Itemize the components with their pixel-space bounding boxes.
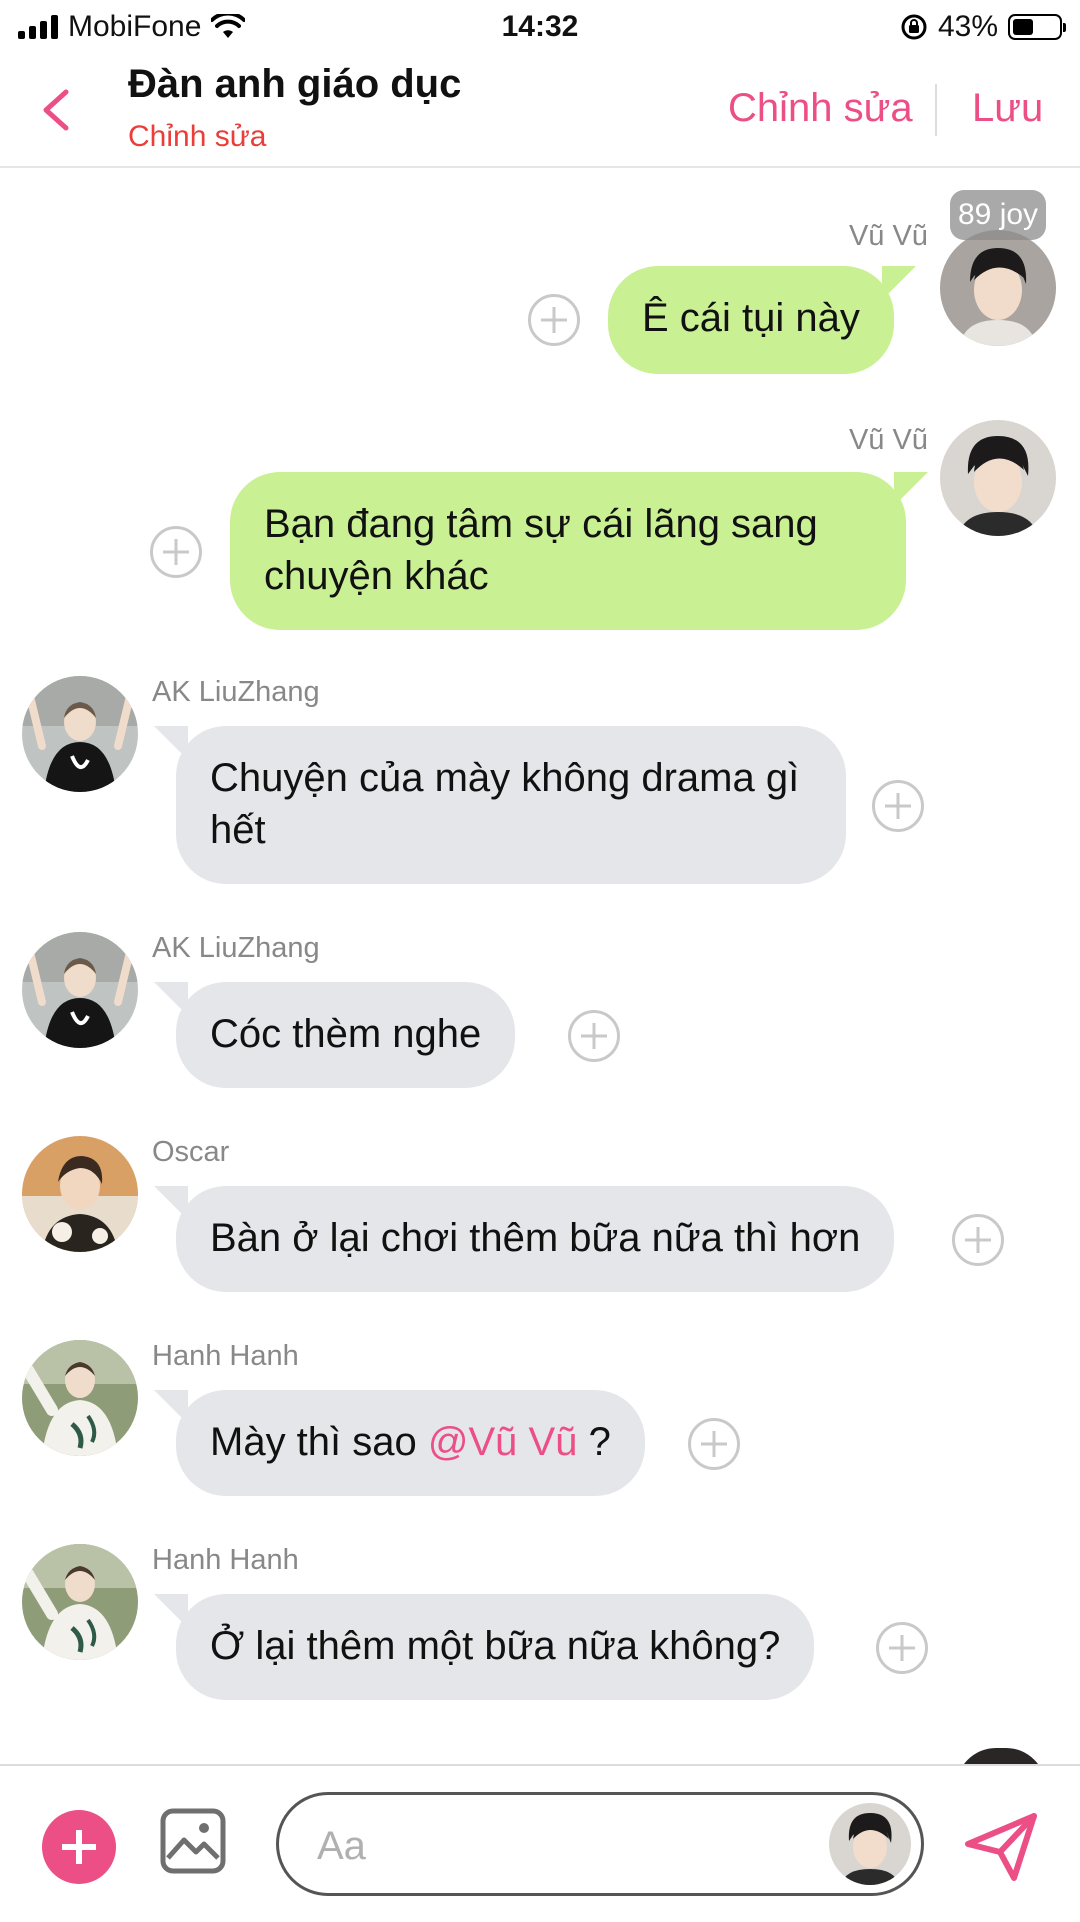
message-bubble[interactable]: Ở lại thêm một bữa nữa không? (153, 1594, 815, 1700)
battery-icon (1008, 14, 1066, 40)
message-bubble[interactable]: Bạn đang tâm sự cái lãng sang chuyện khá… (230, 472, 928, 630)
add-reaction-icon[interactable] (952, 1214, 1004, 1266)
avatar[interactable] (956, 1748, 1046, 1764)
avatar[interactable] (22, 676, 138, 792)
message-text: Mày thì sao (210, 1420, 428, 1464)
sender-name: Oscar (152, 1136, 230, 1168)
avatar[interactable] (940, 420, 1056, 536)
sender-name: AK LiuZhang (152, 676, 320, 708)
joy-badge: 89 joy (950, 190, 1047, 240)
message-bubble[interactable]: Cóc thèm nghe (153, 982, 516, 1088)
add-reaction-icon[interactable] (876, 1622, 928, 1674)
chat-header: Đàn anh giáo dục Chỉnh sửa Chỉnh sửa Lưu (0, 56, 1080, 168)
message-bubble[interactable]: Chuyện của mày không drama gì hết (154, 726, 846, 884)
avatar[interactable] (22, 932, 138, 1048)
add-icon[interactable] (42, 1810, 116, 1884)
image-icon[interactable] (160, 1808, 226, 1874)
add-reaction-icon[interactable] (568, 1010, 620, 1062)
avatar[interactable] (22, 1136, 138, 1252)
add-reaction-icon[interactable] (872, 780, 924, 832)
message-input[interactable] (315, 1817, 799, 1875)
add-reaction-icon[interactable] (150, 526, 202, 578)
battery-percent: 43% (937, 10, 998, 43)
sender-name: Vũ Vũ (849, 220, 928, 252)
sender-name: AK LiuZhang (152, 932, 320, 964)
edit-button[interactable]: Chỉnh sửa (728, 86, 913, 131)
message-bubble[interactable]: Mày thì sao @Vũ Vũ ? (154, 1390, 645, 1496)
message-text: ? (577, 1420, 611, 1464)
chat-subtitle: Chỉnh sửa (128, 120, 267, 153)
header-divider (935, 84, 937, 136)
save-button[interactable]: Lưu (972, 86, 1043, 131)
back-chevron-icon[interactable] (36, 86, 76, 134)
sender-name: Hanh Hanh (152, 1544, 299, 1576)
avatar[interactable] (940, 230, 1056, 346)
mention-link[interactable]: @Vũ Vũ (428, 1420, 578, 1464)
composer-bar (0, 1764, 1080, 1922)
orientation-lock-icon (901, 14, 927, 40)
add-reaction-icon[interactable] (688, 1418, 740, 1470)
avatar[interactable] (22, 1340, 138, 1456)
avatar[interactable] (829, 1803, 911, 1885)
avatar[interactable] (22, 1544, 138, 1660)
status-bar: MobiFone 14:32 43% (0, 0, 1080, 56)
message-input-wrapper (276, 1792, 924, 1896)
send-icon[interactable] (962, 1806, 1042, 1886)
sender-name: Hanh Hanh (152, 1340, 299, 1372)
message-list[interactable]: 89 joy Vũ Vũ Ê cái tụi này Vũ Vũ Bạn đan… (0, 168, 1080, 1764)
message-bubble[interactable]: Ê cái tụi này (608, 266, 916, 374)
chat-title: Đàn anh giáo dục (128, 62, 462, 106)
message-bubble[interactable]: Bàn ở lại chơi thêm bữa nữa thì hơn (153, 1186, 895, 1292)
add-reaction-icon[interactable] (528, 294, 580, 346)
sender-name: Vũ Vũ (849, 424, 928, 456)
